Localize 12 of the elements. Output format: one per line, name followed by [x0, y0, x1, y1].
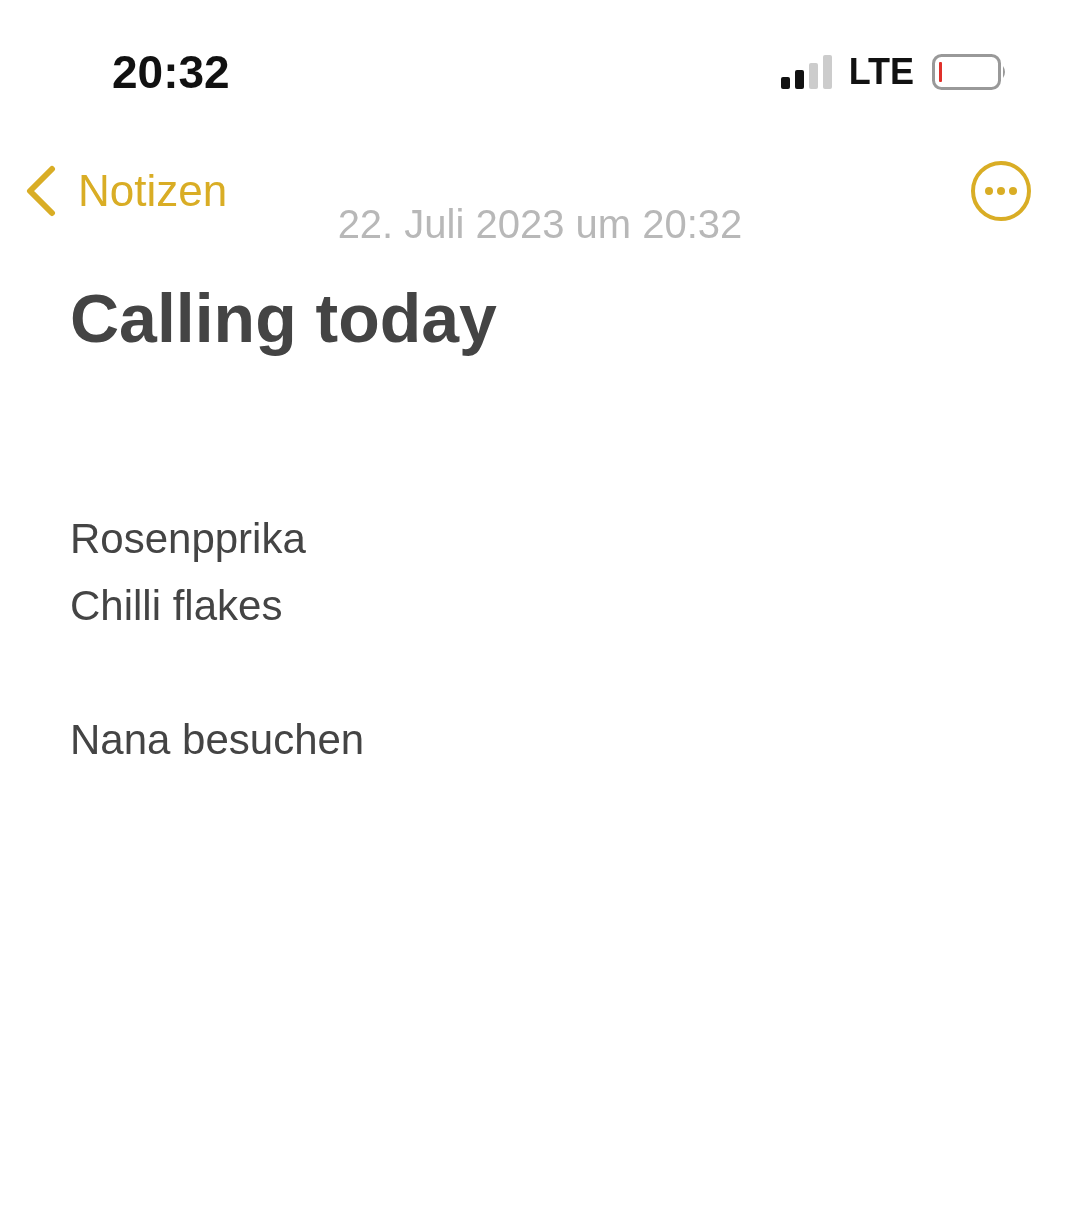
status-time: 20:32: [112, 45, 230, 99]
note-line: Nana besuchen: [70, 715, 366, 765]
note-title: Calling today: [70, 279, 498, 357]
note-line: Rosenpprika: [70, 514, 307, 564]
back-button[interactable]: Notizen: [24, 165, 228, 217]
signal-icon: [780, 55, 835, 89]
network-label: LTE: [848, 51, 914, 93]
more-icon[interactable]: [970, 160, 1032, 222]
note-date: 22. Juli 2023 um 20:32: [336, 202, 744, 247]
battery-icon: [932, 54, 1008, 90]
note-line: Chilli flakes: [70, 581, 284, 631]
chevron-icon: [24, 165, 56, 217]
